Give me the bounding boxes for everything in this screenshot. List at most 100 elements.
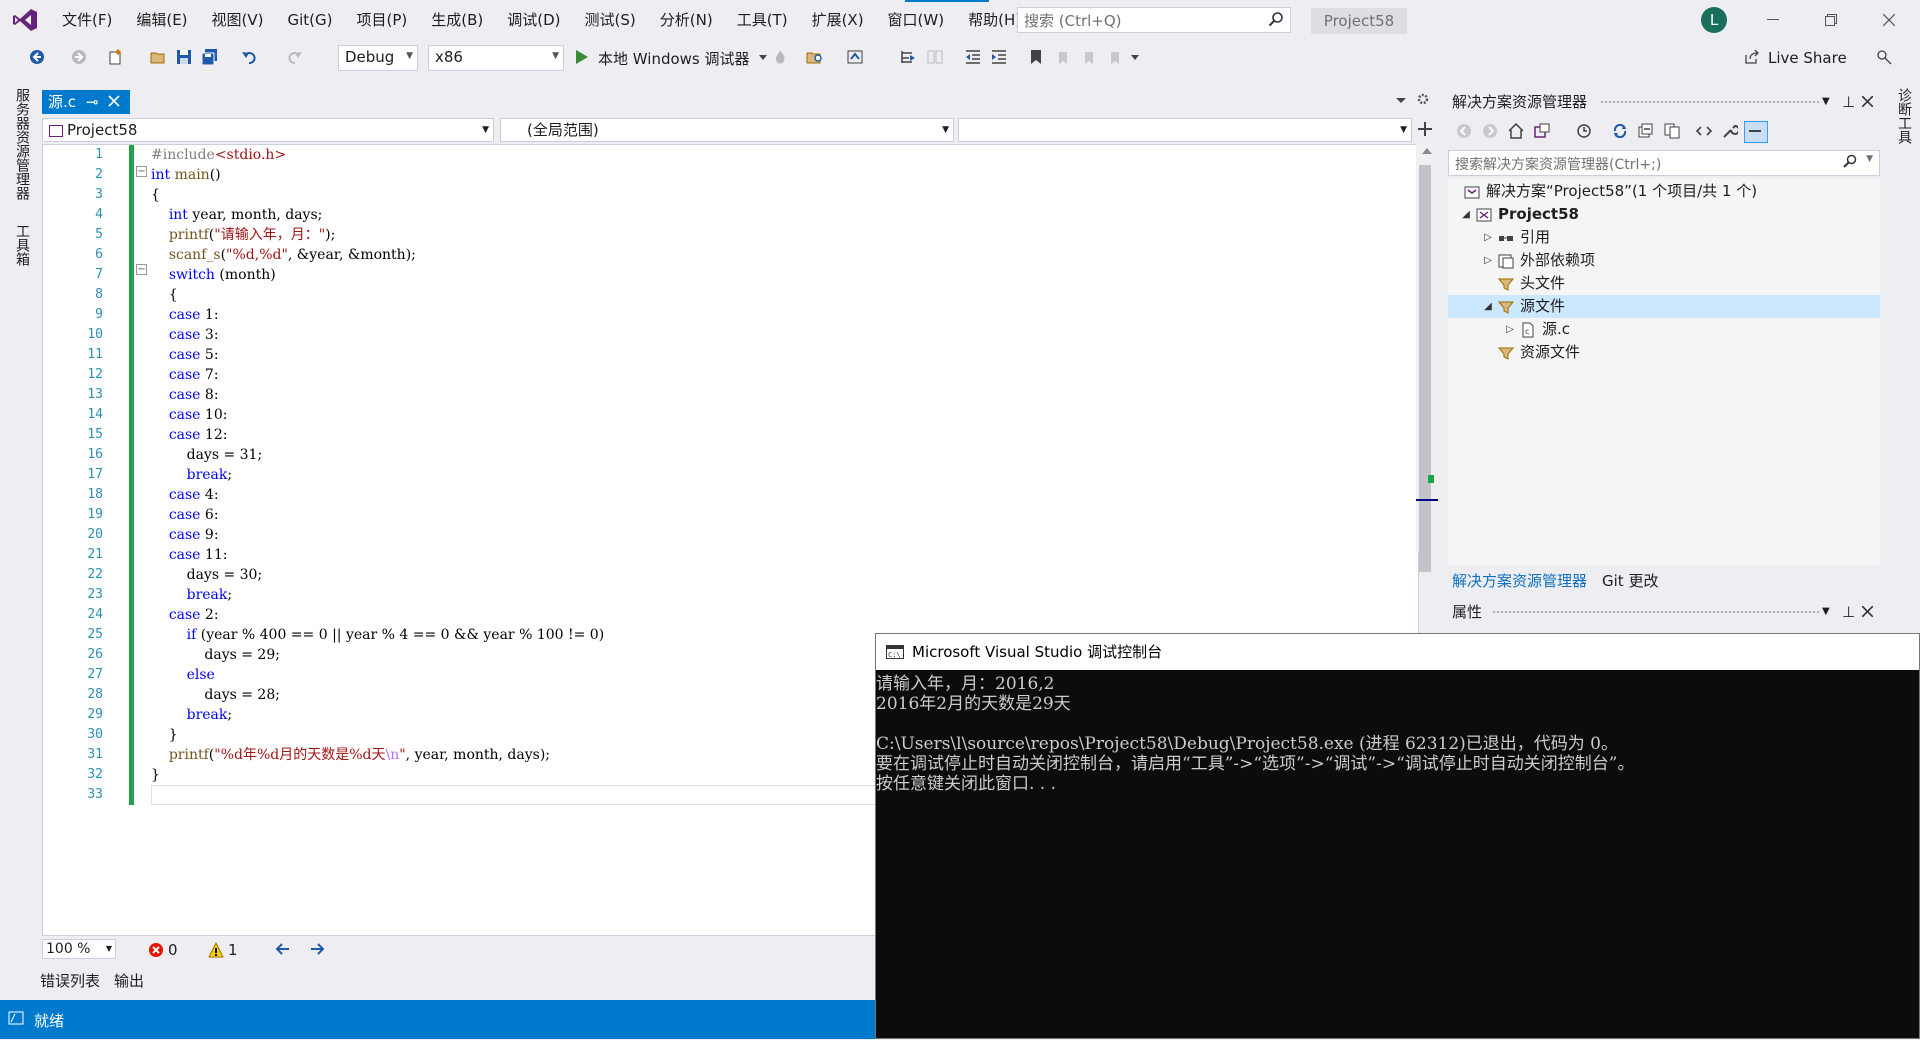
live-share-button[interactable]: Live Share bbox=[1768, 49, 1847, 67]
scroll-up-icon[interactable] bbox=[1422, 148, 1432, 154]
next-issue-icon[interactable] bbox=[310, 941, 326, 957]
close-tab-icon[interactable] bbox=[108, 95, 120, 107]
start-debug-icon[interactable] bbox=[572, 45, 592, 69]
debug-console-window[interactable]: C:\ Microsoft Visual Studio 调试控制台 请输入年，月… bbox=[875, 633, 1920, 1039]
se-home-icon[interactable] bbox=[1508, 123, 1524, 139]
feedback-icon[interactable] bbox=[1874, 45, 1894, 69]
minimize-icon[interactable] bbox=[1750, 0, 1796, 40]
avatar[interactable]: L bbox=[1701, 7, 1727, 33]
menu-file[interactable]: 文件(F) bbox=[50, 0, 124, 40]
new-project-icon[interactable] bbox=[105, 45, 127, 69]
zoom-select[interactable]: 100 % ▼ bbox=[42, 939, 116, 959]
restore-icon[interactable] bbox=[1808, 0, 1854, 40]
se-back-icon[interactable] bbox=[1456, 123, 1472, 139]
back-nav-icon[interactable] bbox=[26, 45, 48, 69]
collapsed-arrow-icon[interactable]: ▷ bbox=[1504, 318, 1516, 341]
run-dropdown-icon[interactable] bbox=[758, 45, 768, 69]
fold-switch-icon[interactable]: − bbox=[136, 264, 147, 275]
tree-node-project[interactable]: ◢ Project58 bbox=[1460, 203, 1579, 226]
solution-platform-select[interactable]: x86 ▼ bbox=[428, 45, 564, 71]
chevron-down-icon[interactable]: ▼ bbox=[1866, 154, 1873, 164]
save-icon[interactable] bbox=[174, 45, 194, 69]
close-window-icon[interactable] bbox=[1866, 0, 1912, 40]
toolbox-tab[interactable]: 工具箱 bbox=[12, 224, 32, 266]
close-panel-icon[interactable] bbox=[1862, 96, 1873, 107]
decrease-indent-icon[interactable] bbox=[962, 45, 984, 69]
se-properties-wrench-icon[interactable] bbox=[1722, 123, 1738, 139]
se-pending-changes-icon[interactable] bbox=[1576, 123, 1596, 139]
expanded-arrow-icon[interactable]: ◢ bbox=[1460, 203, 1472, 226]
tab-git-changes[interactable]: Git 更改 bbox=[1602, 570, 1658, 591]
menu-extensions[interactable]: 扩展(X) bbox=[800, 0, 876, 40]
search-input[interactable]: 搜索 (Ctrl+Q) bbox=[1017, 7, 1291, 33]
find-in-files-icon[interactable] bbox=[804, 45, 826, 69]
se-forward-icon[interactable] bbox=[1482, 123, 1498, 139]
menu-tools[interactable]: 工具(T) bbox=[725, 0, 800, 40]
collapsed-arrow-icon[interactable]: ▷ bbox=[1482, 226, 1494, 249]
forward-nav-icon[interactable] bbox=[70, 45, 88, 69]
member-nav-select[interactable]: ▼ bbox=[958, 118, 1412, 142]
scope-nav-select[interactable]: (全局范围) ▼ bbox=[500, 118, 954, 142]
open-file-icon[interactable] bbox=[148, 45, 168, 69]
se-preview-selected-icon[interactable] bbox=[1744, 121, 1768, 143]
toolbar-overflow-icon[interactable] bbox=[1128, 45, 1142, 69]
increase-indent-icon[interactable] bbox=[988, 45, 1010, 69]
fold-main-icon[interactable]: − bbox=[136, 166, 147, 177]
se-switch-views-icon[interactable] bbox=[1534, 123, 1550, 139]
panel-menu-icon[interactable]: ▼ bbox=[1822, 90, 1830, 114]
undo-icon[interactable] bbox=[238, 45, 260, 69]
redo-icon[interactable] bbox=[284, 45, 306, 69]
tab-solution-explorer[interactable]: 解决方案资源管理器 bbox=[1452, 570, 1587, 591]
pin-panel-icon[interactable]: ⊥ bbox=[1842, 600, 1855, 624]
menu-project[interactable]: 项目(P) bbox=[345, 0, 420, 40]
se-sync-icon[interactable] bbox=[1612, 123, 1628, 139]
visual-studio-logo-icon[interactable] bbox=[0, 0, 50, 40]
menu-test[interactable]: 测试(S) bbox=[573, 0, 648, 40]
bookmark-icon[interactable] bbox=[1026, 45, 1046, 69]
pin-tab-icon[interactable]: ⊸ bbox=[86, 90, 99, 114]
step-icon[interactable] bbox=[898, 45, 920, 69]
menu-window[interactable]: 窗口(W) bbox=[876, 0, 957, 40]
menu-git[interactable]: Git(G) bbox=[276, 0, 345, 40]
menu-build[interactable]: 生成(B) bbox=[419, 0, 495, 40]
output-tab[interactable]: 输出 bbox=[114, 970, 144, 991]
tab-overflow-icon[interactable] bbox=[1396, 96, 1406, 104]
tree-node-source-c[interactable]: ▷ c 源.c bbox=[1504, 318, 1570, 341]
document-tab[interactable]: 源.c ⊸ bbox=[42, 90, 130, 114]
tree-node-header-files[interactable]: 头文件 bbox=[1494, 272, 1565, 295]
tree-node-references[interactable]: ▷ 引用 bbox=[1482, 226, 1550, 249]
error-list-tab[interactable]: 错误列表 bbox=[40, 970, 100, 991]
menu-edit[interactable]: 编辑(E) bbox=[124, 0, 199, 40]
panel-menu-icon[interactable]: ▼ bbox=[1822, 600, 1830, 624]
diagnostic-tools-tab[interactable]: 诊断工具 bbox=[1894, 88, 1914, 144]
expanded-arrow-icon[interactable]: ◢ bbox=[1482, 295, 1494, 318]
close-panel-icon[interactable] bbox=[1862, 606, 1873, 617]
solution-explorer-toolbar-icon[interactable] bbox=[844, 45, 868, 69]
editor-settings-gear-icon[interactable] bbox=[1416, 92, 1430, 106]
se-view-code-icon[interactable] bbox=[1696, 123, 1712, 139]
tree-node-external-deps[interactable]: ▷ 外部依赖项 bbox=[1482, 249, 1595, 272]
se-show-all-files-icon[interactable] bbox=[1664, 123, 1680, 139]
tree-node-solution[interactable]: 解决方案“Project58”(1 个项目/共 1 个) bbox=[1460, 180, 1757, 203]
start-debugger-button[interactable]: 本地 Windows 调试器 bbox=[598, 48, 750, 69]
menu-debug[interactable]: 调试(D) bbox=[495, 0, 572, 40]
solution-config-select[interactable]: Debug ▼ bbox=[338, 45, 418, 71]
tree-node-resource-files[interactable]: 资源文件 bbox=[1494, 341, 1580, 364]
se-collapse-all-icon[interactable] bbox=[1638, 123, 1654, 139]
save-all-icon[interactable] bbox=[200, 45, 220, 69]
pin-panel-icon[interactable]: ⊥ bbox=[1842, 90, 1855, 114]
warning-count[interactable]: 1 bbox=[208, 941, 238, 959]
console-titlebar[interactable]: C:\ Microsoft Visual Studio 调试控制台 bbox=[876, 634, 1919, 670]
solution-explorer-search-input[interactable]: 搜索解决方案资源管理器(Ctrl+;) ▼ bbox=[1448, 150, 1880, 176]
server-explorer-tab[interactable]: 服务器资源管理器 bbox=[12, 88, 32, 200]
project-nav-select[interactable]: Project58 ▼ bbox=[42, 118, 494, 142]
previous-issue-icon[interactable] bbox=[274, 941, 290, 957]
editor-scrollbar-thumb[interactable] bbox=[1419, 165, 1431, 572]
live-share-icon[interactable] bbox=[1742, 45, 1762, 69]
menu-analyze[interactable]: 分析(N) bbox=[648, 0, 725, 40]
error-count[interactable]: 0 bbox=[148, 941, 178, 959]
tree-node-source-files[interactable]: ◢ 源文件 bbox=[1482, 295, 1565, 318]
split-editor-icon[interactable] bbox=[1418, 122, 1432, 136]
menu-view[interactable]: 视图(V) bbox=[200, 0, 276, 40]
collapsed-arrow-icon[interactable]: ▷ bbox=[1482, 249, 1494, 272]
